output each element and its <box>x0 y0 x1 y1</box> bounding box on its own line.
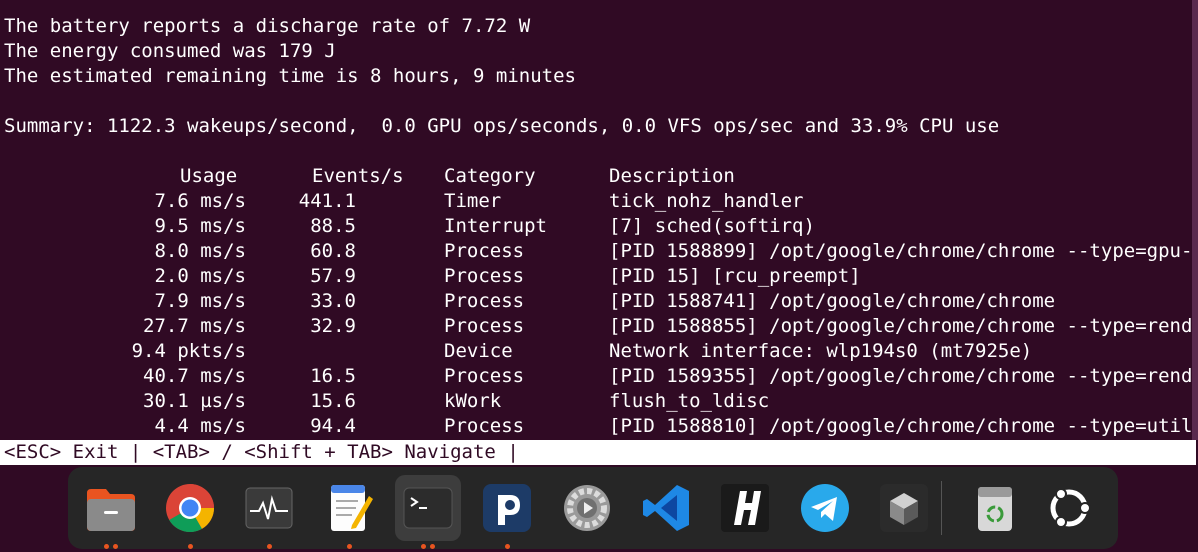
cell-events: 94.4 <box>310 415 356 437</box>
running-indicator <box>157 544 223 550</box>
cell-description: [PID 1588899] /opt/google/chrome/chrome … <box>609 240 1198 262</box>
scroll-thumb[interactable] <box>1192 0 1198 440</box>
cube-app-icon <box>880 484 928 532</box>
cell-events: 33.0 <box>310 290 356 312</box>
status-bar: <ESC> Exit | <TAB> / <Shift + TAB> Navig… <box>0 440 1196 465</box>
dock-item-telegram[interactable] <box>792 475 858 541</box>
cell-usage: 2.0 ms/s <box>154 265 246 287</box>
header-events: Events/s <box>312 165 404 187</box>
energy-consumed-line: The energy consumed was 179 J <box>4 40 336 62</box>
cell-category: Process <box>444 315 525 337</box>
cell-description: [PID 1589355] /opt/google/chrome/chrome … <box>609 365 1198 387</box>
cell-category: kWork <box>444 390 502 412</box>
cell-usage: 4.4 ms/s <box>154 415 246 437</box>
running-indicator <box>236 544 302 550</box>
dock-item-pcloud[interactable] <box>474 475 540 549</box>
trash-icon <box>978 487 1012 531</box>
system-monitor-icon <box>245 487 293 529</box>
dock-item-chrome[interactable] <box>157 475 223 549</box>
running-indicator <box>78 544 144 550</box>
cell-category: Process <box>444 240 525 262</box>
cell-events: 88.5 <box>310 215 356 237</box>
ubuntu-apps-icon <box>1050 488 1091 528</box>
cell-category: Device <box>444 340 513 362</box>
text-editor-icon <box>331 485 373 531</box>
cell-description: tick_nohz_handler <box>609 190 804 212</box>
cell-usage: 9.5 ms/s <box>154 215 246 237</box>
battery-discharge-line: The battery reports a discharge rate of … <box>4 15 531 37</box>
cell-usage: 27.7 ms/s <box>143 315 246 337</box>
dock-item-files[interactable] <box>78 475 144 549</box>
cell-description: [7] sched(softirq) <box>609 215 815 237</box>
vscode-icon <box>643 485 689 531</box>
cell-events <box>260 339 356 364</box>
cell-usage: 7.9 ms/s <box>154 290 246 312</box>
cell-description: [PID 15] [rcu_preempt] <box>609 265 861 287</box>
dock-item-text-editor[interactable] <box>316 475 382 549</box>
dock-item-trash[interactable] <box>962 475 1028 541</box>
cell-usage: 9.4 pkts/s <box>131 340 246 362</box>
dock-item-settings[interactable] <box>554 475 620 541</box>
dock-item-system-monitor[interactable] <box>236 475 302 549</box>
dock-item-cube-app[interactable] <box>871 475 937 541</box>
cell-category: Process <box>444 365 525 387</box>
cell-description: [PID 1588855] /opt/google/chrome/chrome … <box>609 315 1198 337</box>
telegram-icon <box>801 484 849 532</box>
header-category: Category <box>444 165 536 187</box>
pcloud-icon <box>483 484 531 532</box>
remaining-time-line: The estimated remaining time is 8 hours,… <box>4 65 576 87</box>
cell-events: 16.5 <box>310 365 356 387</box>
cell-usage: 40.7 ms/s <box>143 365 246 387</box>
dock-item-show-apps[interactable] <box>1036 475 1102 541</box>
cell-category: Process <box>444 415 525 437</box>
dock-item-terminal[interactable] <box>395 475 461 549</box>
cell-events: 57.9 <box>310 265 356 287</box>
cell-category: Interrupt <box>444 215 547 237</box>
cell-usage: 30.1 µs/s <box>143 390 246 412</box>
dock-item-h-app[interactable] <box>712 475 778 541</box>
running-indicator <box>474 544 540 550</box>
scrollbar[interactable] <box>1192 0 1198 440</box>
dock <box>68 467 1118 549</box>
cell-category: Process <box>444 290 525 312</box>
cell-events: 15.6 <box>310 390 356 412</box>
running-indicator <box>316 544 382 550</box>
cell-category: Timer <box>444 190 502 212</box>
cell-events: 32.9 <box>310 315 356 337</box>
cell-description: [PID 1588810] /opt/google/chrome/chrome … <box>609 415 1198 437</box>
cell-events: 60.8 <box>310 240 356 262</box>
header-description: Description <box>609 165 735 187</box>
cell-description: [PID 1588741] /opt/google/chrome/chrome <box>609 290 1056 312</box>
terminal-window[interactable]: The battery reports a discharge rate of … <box>0 0 1198 465</box>
running-indicator <box>395 544 461 550</box>
cell-usage: 7.6 ms/s <box>154 190 246 212</box>
dock-separator <box>941 481 942 535</box>
cell-description: flush_to_ldisc <box>609 390 770 412</box>
cell-usage: 8.0 ms/s <box>154 240 246 262</box>
h-app-icon <box>721 484 769 532</box>
chrome-icon <box>166 484 214 533</box>
cell-events: 441.1 <box>298 190 356 212</box>
header-usage: Usage <box>180 165 238 187</box>
summary-line: Summary: 1122.3 wakeups/second, 0.0 GPU … <box>4 115 1000 137</box>
settings-icon <box>564 485 610 531</box>
cell-category: Process <box>444 265 525 287</box>
terminal-icon <box>403 487 453 529</box>
cell-description: Network interface: wlp194s0 (mt7925e) <box>609 340 1033 362</box>
files-icon <box>87 489 135 531</box>
dock-item-vscode[interactable] <box>633 475 699 541</box>
